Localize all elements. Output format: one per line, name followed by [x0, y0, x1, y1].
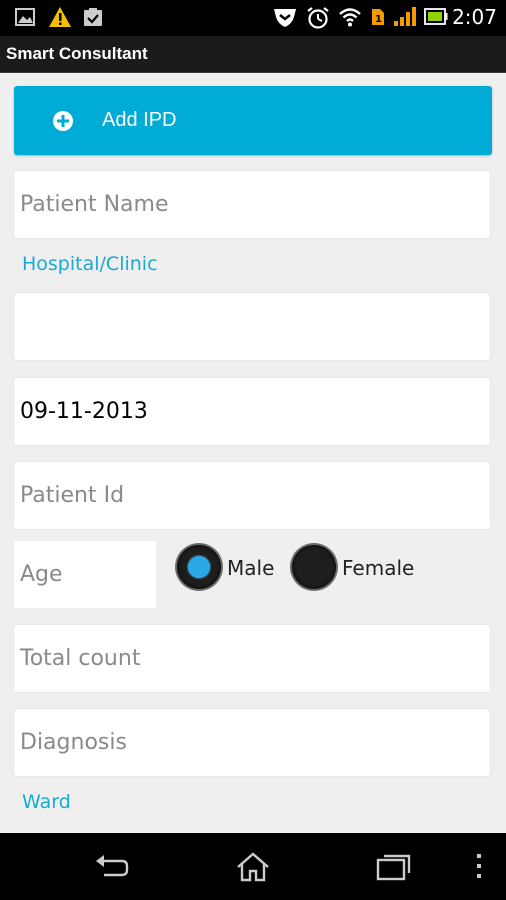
radio-selected-dot: [188, 556, 210, 578]
signal-icon: [394, 7, 416, 26]
gallery-icon: [15, 8, 35, 26]
add-ipd-button[interactable]: Add IPD: [14, 86, 492, 155]
recent-apps-icon[interactable]: [376, 851, 412, 881]
clipboard-check-icon: [84, 8, 102, 26]
total-count-input[interactable]: [14, 625, 490, 692]
status-time: 2:07: [452, 5, 497, 29]
home-icon[interactable]: [235, 851, 271, 883]
hospital-clinic-label: Hospital/Clinic: [22, 253, 158, 275]
navigation-bar: [0, 833, 506, 900]
plus-circle-icon: [53, 111, 73, 131]
gender-label-female: Female: [342, 556, 415, 580]
app-title: Smart Consultant: [6, 44, 148, 63]
age-input[interactable]: [14, 541, 156, 608]
alarm-clock-icon: [307, 7, 329, 29]
add-ipd-label: Add IPD: [102, 109, 177, 131]
sim-icon: 1: [372, 9, 384, 25]
patient-id-input[interactable]: [14, 462, 490, 529]
hospital-clinic-input[interactable]: [14, 293, 490, 360]
date-input[interactable]: [14, 378, 490, 445]
diagnosis-input[interactable]: [14, 709, 490, 776]
gender-radio-female[interactable]: Female: [292, 545, 416, 593]
battery-icon: [424, 8, 448, 25]
patient-name-input[interactable]: [14, 171, 490, 238]
gender-label-male: Male: [227, 556, 275, 580]
radio-circle-female: [292, 545, 336, 589]
back-icon[interactable]: [94, 851, 130, 881]
ipd-form: Add IPD Hospital/Clinic Male Female Ward: [0, 73, 506, 833]
radio-circle-male: [177, 545, 221, 589]
gender-radio-male[interactable]: Male: [177, 545, 277, 593]
overflow-menu-icon[interactable]: [474, 851, 484, 881]
screen: 1 2:07 Smart Consultant Add IPD Patient …: [0, 0, 506, 900]
ward-label: Ward: [22, 791, 71, 813]
app-title-bar: Smart Consultant: [0, 36, 506, 73]
wifi-icon: [339, 8, 361, 27]
warning-icon: [49, 7, 71, 27]
status-bar: 1 2:07: [0, 0, 506, 36]
svg-text:1: 1: [375, 14, 382, 25]
shield-icon: [274, 9, 296, 27]
